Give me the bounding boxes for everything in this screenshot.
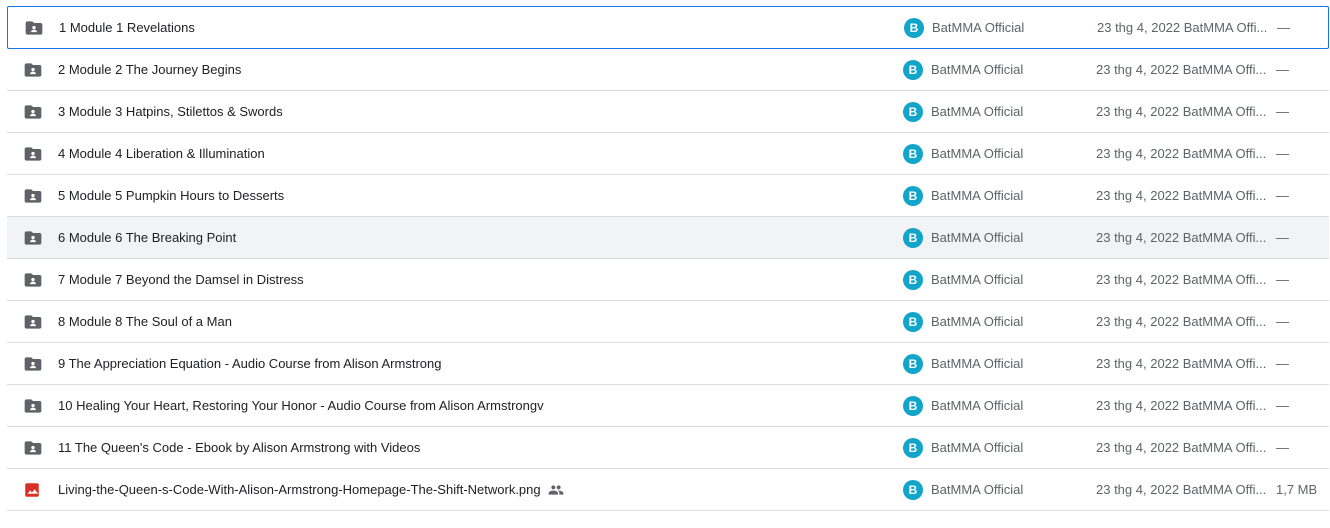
size-cell: — bbox=[1276, 272, 1289, 287]
size-cell: — bbox=[1276, 440, 1289, 455]
file-name[interactable]: 1 Module 1 Revelations bbox=[59, 7, 195, 48]
file-name[interactable]: 7 Module 7 Beyond the Damsel in Distress bbox=[58, 259, 304, 300]
owner-cell: B BatMMA Official bbox=[903, 175, 1023, 216]
avatar: B bbox=[903, 479, 923, 500]
file-row[interactable]: 6 Module 6 The Breaking Point B BatMMA Off… bbox=[7, 217, 1329, 259]
file-name[interactable]: 8 Module 8 The Soul of a Man bbox=[58, 301, 232, 342]
shared-folder-icon bbox=[23, 49, 43, 90]
owner-name: BatMMA Official bbox=[932, 20, 1025, 35]
size-cell: — bbox=[1276, 314, 1289, 329]
owner-cell: B BatMMA Official bbox=[903, 427, 1023, 468]
people-icon bbox=[548, 482, 564, 498]
file-row[interactable]: 1 Module 1 Revelations B BatMMA Official 23… bbox=[7, 6, 1329, 49]
size-cell: — bbox=[1276, 398, 1289, 413]
file-row[interactable]: 8 Module 8 The Soul of a Man B BatMMA Offi… bbox=[7, 301, 1329, 343]
owner-cell: B BatMMA Official bbox=[903, 343, 1023, 384]
owner-name: BatMMA Official bbox=[931, 104, 1024, 119]
modified-cell: 23 thg 4, 2022 BatMMA Offi... bbox=[1096, 188, 1266, 203]
file-name[interactable]: 3 Module 3 Hatpins, Stilettos & Swords bbox=[58, 91, 283, 132]
shared-folder-icon bbox=[23, 91, 43, 132]
avatar: B bbox=[903, 437, 923, 458]
modified-cell: 23 thg 4, 2022 BatMMA Offi... bbox=[1096, 62, 1266, 77]
size-cell: — bbox=[1276, 188, 1289, 203]
avatar: B bbox=[903, 395, 923, 416]
modified-cell: 23 thg 4, 2022 BatMMA Offi... bbox=[1097, 20, 1267, 35]
shared-folder-icon bbox=[23, 385, 43, 426]
size-cell: — bbox=[1276, 356, 1289, 371]
owner-cell: B BatMMA Official bbox=[903, 49, 1023, 90]
owner-name: BatMMA Official bbox=[931, 272, 1024, 287]
file-list: 1 Module 1 Revelations B BatMMA Official 23… bbox=[7, 6, 1329, 511]
file-row[interactable]: 11 The Queen's Code - Ebook by Alison Ar… bbox=[7, 427, 1329, 469]
avatar: B bbox=[903, 227, 923, 248]
file-row[interactable]: 5 Module 5 Pumpkin Hours to Desserts B Bat… bbox=[7, 175, 1329, 217]
file-row[interactable]: Living-the-Queen-s-Code-With-Alison-Arms… bbox=[7, 469, 1329, 511]
size-cell: — bbox=[1277, 20, 1290, 35]
owner-cell: B BatMMA Official bbox=[904, 7, 1024, 48]
owner-cell: B BatMMA Official bbox=[903, 91, 1023, 132]
owner-cell: B BatMMA Official bbox=[903, 301, 1023, 342]
modified-cell: 23 thg 4, 2022 BatMMA Offi... bbox=[1096, 272, 1266, 287]
modified-cell: 23 thg 4, 2022 BatMMA Offi... bbox=[1096, 356, 1266, 371]
owner-cell: B BatMMA Official bbox=[903, 217, 1023, 258]
shared-folder-icon bbox=[23, 133, 43, 174]
owner-name: BatMMA Official bbox=[931, 146, 1024, 161]
owner-cell: B BatMMA Official bbox=[903, 469, 1023, 510]
size-cell: 1,7 MB bbox=[1276, 482, 1318, 497]
avatar: B bbox=[903, 185, 923, 206]
file-name[interactable]: 4 Module 4 Liberation & Illumination bbox=[58, 133, 265, 174]
modified-cell: 23 thg 4, 2022 BatMMA Offi... bbox=[1096, 104, 1266, 119]
file-name[interactable]: 5 Module 5 Pumpkin Hours to Desserts bbox=[58, 175, 284, 216]
file-name[interactable]: 10 Healing Your Heart, Restoring Your Ho… bbox=[58, 385, 544, 426]
file-row[interactable]: 2 Module 2 The Journey Begins B BatMMA Off… bbox=[7, 49, 1329, 91]
owner-name: BatMMA Official bbox=[931, 398, 1024, 413]
size-cell: — bbox=[1276, 230, 1289, 245]
avatar: B bbox=[903, 353, 923, 374]
shared-folder-icon bbox=[24, 7, 44, 48]
owner-name: BatMMA Official bbox=[931, 356, 1024, 371]
avatar: B bbox=[903, 143, 923, 164]
file-name[interactable]: 2 Module 2 The Journey Begins bbox=[58, 49, 241, 90]
shared-folder-icon bbox=[23, 343, 43, 384]
owner-name: BatMMA Official bbox=[931, 440, 1024, 455]
modified-cell: 23 thg 4, 2022 BatMMA Offi... bbox=[1096, 482, 1266, 497]
shared-folder-icon bbox=[23, 259, 43, 300]
size-cell: — bbox=[1276, 62, 1289, 77]
owner-cell: B BatMMA Official bbox=[903, 133, 1023, 174]
file-row[interactable]: 7 Module 7 Beyond the Damsel in Distress… bbox=[7, 259, 1329, 301]
file-name[interactable]: 11 The Queen's Code - Ebook by Alison Ar… bbox=[58, 427, 420, 468]
avatar: B bbox=[903, 311, 923, 332]
owner-name: BatMMA Official bbox=[931, 230, 1024, 245]
avatar: B bbox=[903, 59, 923, 80]
owner-cell: B BatMMA Official bbox=[903, 259, 1023, 300]
avatar: B bbox=[903, 269, 923, 290]
owner-name: BatMMA Official bbox=[931, 62, 1024, 77]
file-row[interactable]: 9 The Appreciation Equation - Audio Cour… bbox=[7, 343, 1329, 385]
file-row[interactable]: 10 Healing Your Heart, Restoring Your Ho… bbox=[7, 385, 1329, 427]
file-row[interactable]: 4 Module 4 Liberation & Illumination B Bat… bbox=[7, 133, 1329, 175]
modified-cell: 23 thg 4, 2022 BatMMA Offi... bbox=[1096, 230, 1266, 245]
shared-folder-icon bbox=[23, 301, 43, 342]
avatar: B bbox=[904, 17, 924, 38]
owner-name: BatMMA Official bbox=[931, 188, 1024, 203]
shared-folder-icon bbox=[23, 427, 43, 468]
shared-folder-icon bbox=[23, 175, 43, 216]
image-file-icon bbox=[23, 469, 41, 510]
owner-name: BatMMA Official bbox=[931, 314, 1024, 329]
modified-cell: 23 thg 4, 2022 BatMMA Offi... bbox=[1096, 440, 1266, 455]
file-row[interactable]: 3 Module 3 Hatpins, Stilettos & Swords B B… bbox=[7, 91, 1329, 133]
modified-cell: 23 thg 4, 2022 BatMMA Offi... bbox=[1096, 314, 1266, 329]
size-cell: — bbox=[1276, 104, 1289, 119]
shared-folder-icon bbox=[23, 217, 43, 258]
file-name[interactable]: 9 The Appreciation Equation - Audio Cour… bbox=[58, 343, 441, 384]
avatar: B bbox=[903, 101, 923, 122]
modified-cell: 23 thg 4, 2022 BatMMA Offi... bbox=[1096, 146, 1266, 161]
owner-name: BatMMA Official bbox=[931, 482, 1024, 497]
owner-cell: B BatMMA Official bbox=[903, 385, 1023, 426]
modified-cell: 23 thg 4, 2022 BatMMA Offi... bbox=[1096, 398, 1266, 413]
file-name[interactable]: 6 Module 6 The Breaking Point bbox=[58, 217, 236, 258]
size-cell: — bbox=[1276, 146, 1289, 161]
file-name[interactable]: Living-the-Queen-s-Code-With-Alison-Arms… bbox=[58, 469, 564, 510]
